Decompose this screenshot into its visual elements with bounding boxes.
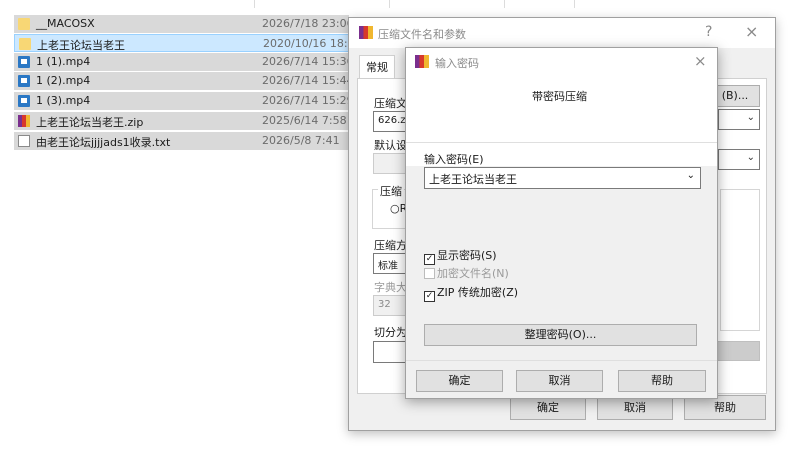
encrypt-filenames-label: 加密文件名(N) — [437, 267, 509, 280]
dialog-title: 压缩文件名和参数 — [378, 28, 466, 41]
file-name: 1 (3).mp4 — [36, 94, 91, 107]
chevron-down-icon: ⌄ — [746, 112, 755, 123]
checkbox-unchecked-icon — [424, 268, 435, 279]
organize-passwords-button[interactable]: 整理密码(O)... — [424, 324, 697, 346]
winrar-icon — [359, 26, 373, 39]
text-file-icon — [18, 135, 30, 147]
split-volumes-label: 切分为 — [374, 326, 407, 339]
column-divider[interactable] — [254, 0, 255, 8]
file-row[interactable]: 1 (2).mp4 2026/7/14 15:44 — [14, 72, 354, 90]
column-divider[interactable] — [389, 0, 390, 8]
encrypt-filenames-checkbox[interactable]: 加密文件名(N) — [424, 265, 509, 281]
dialog-heading: 带密码压缩 — [532, 90, 587, 103]
archive-name-dropdown[interactable]: ⌄ — [718, 109, 760, 130]
password-dialog: 输入密码 × 带密码压缩 输入密码(E) 上老王论坛当老王 ⌄ ✓ 显示密码(S)… — [405, 47, 718, 399]
zip-legacy-encryption-checkbox[interactable]: ✓ ZIP 传统加密(Z) — [424, 284, 518, 302]
dictionary-size-label: 字典大 — [374, 281, 407, 294]
close-icon[interactable]: × — [694, 52, 707, 70]
file-row-selected[interactable]: 上老王论坛当老王 2020/10/16 18:3 — [14, 34, 355, 52]
close-icon[interactable]: × — [745, 22, 758, 41]
file-date: 2025/6/14 7:58 — [262, 114, 347, 127]
file-name: 上老王论坛当老王.zip — [36, 116, 144, 129]
file-name: 上老王论坛当老王 — [37, 39, 125, 52]
show-password-label: 显示密码(S) — [437, 249, 497, 262]
video-file-icon — [18, 95, 30, 107]
file-name: 1 (2).mp4 — [36, 74, 91, 87]
folder-icon — [19, 38, 31, 50]
help-button[interactable]: 帮助 — [618, 370, 706, 392]
divider — [406, 360, 717, 361]
file-name: 由老王论坛jjjjads1收录.txt — [36, 136, 171, 149]
show-password-checkbox[interactable]: ✓ 显示密码(S) — [424, 247, 497, 265]
column-divider[interactable] — [504, 0, 505, 8]
divider — [406, 142, 717, 143]
file-date: 2026/7/18 23:06 — [262, 17, 354, 30]
default-settings-label: 默认设 — [374, 139, 407, 152]
file-row[interactable]: 1 (3).mp4 2026/7/14 15:29 — [14, 92, 354, 110]
winrar-icon — [415, 55, 429, 68]
file-row[interactable]: 上老王论坛当老王.zip 2025/6/14 7:58 — [14, 112, 349, 130]
file-date: 2020/10/16 18:3 — [263, 37, 355, 50]
file-row[interactable]: 1 (1).mp4 2026/7/14 15:36 — [14, 53, 354, 71]
archive-name-label: 压缩文 — [374, 97, 407, 110]
dialog-titlebar[interactable]: 压缩文件名和参数 ? × — [349, 18, 775, 48]
checkbox-checked-icon: ✓ — [424, 291, 435, 302]
help-icon[interactable]: ? — [705, 24, 712, 40]
archive-format-group-title: 压缩 — [378, 183, 404, 199]
file-name: 1 (1).mp4 — [36, 55, 91, 68]
compression-method-label: 压缩方 — [374, 239, 407, 252]
video-file-icon — [18, 75, 30, 87]
winrar-archive-icon — [18, 115, 30, 127]
enter-password-label: 输入密码(E) — [424, 153, 484, 166]
password-field[interactable]: 上老王论坛当老王 ⌄ — [424, 167, 701, 189]
zip-legacy-encryption-label: ZIP 传统加密(Z) — [437, 286, 519, 299]
archive-options-group — [720, 189, 760, 331]
folder-icon — [18, 18, 30, 30]
chevron-down-icon[interactable]: ⌄ — [687, 170, 695, 181]
column-header-strip — [14, 0, 575, 8]
chevron-down-icon: ⌄ — [746, 152, 755, 163]
dialog-titlebar[interactable]: 输入密码 × — [406, 48, 717, 76]
password-value: 上老王论坛当老王 — [429, 173, 517, 186]
file-row[interactable]: __MACOSX 2026/7/18 23:06 — [14, 15, 354, 33]
file-row[interactable]: 由老王论坛jjjjads1收录.txt 2026/5/8 7:41 — [14, 132, 349, 150]
file-date: 2026/5/8 7:41 — [262, 134, 340, 147]
file-date: 2026/7/14 15:44 — [262, 74, 354, 87]
file-date: 2026/7/14 15:36 — [262, 55, 354, 68]
dialog-title: 输入密码 — [435, 57, 479, 70]
checkbox-checked-icon: ✓ — [424, 254, 435, 265]
file-date: 2026/7/14 15:29 — [262, 94, 354, 107]
cancel-button[interactable]: 取消 — [516, 370, 603, 392]
column-divider[interactable] — [574, 0, 575, 8]
ok-button[interactable]: 确定 — [416, 370, 503, 392]
update-mode-dropdown[interactable]: ⌄ — [718, 149, 760, 170]
tab-general[interactable]: 常规 — [359, 55, 395, 78]
video-file-icon — [18, 56, 30, 68]
file-name: __MACOSX — [36, 17, 95, 30]
